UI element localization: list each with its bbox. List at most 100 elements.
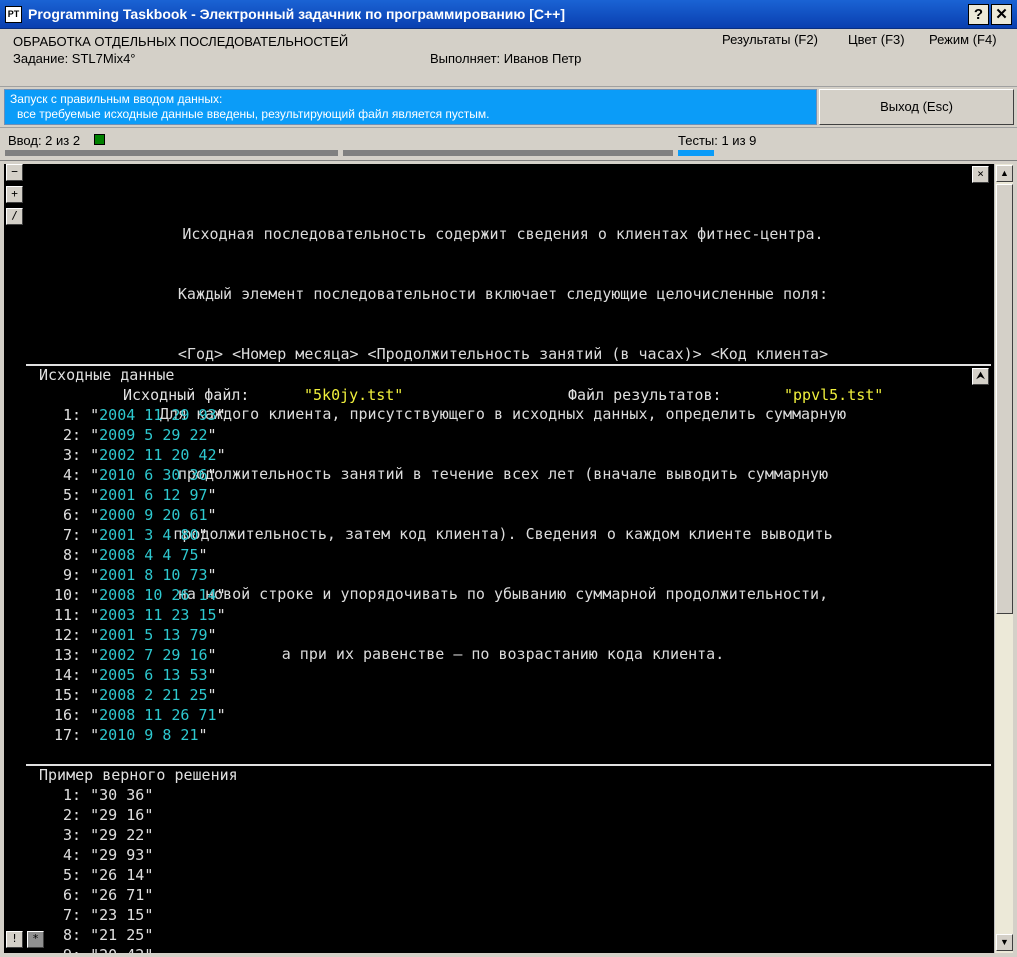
list-item-value: 29 22 — [99, 826, 145, 844]
list-item-value: 2001 8 10 73 — [99, 566, 208, 584]
scroll-thumb[interactable] — [996, 184, 1013, 614]
list-item: 15: "2008 2 21 25" — [54, 685, 217, 705]
increase-font-button[interactable]: + — [6, 186, 23, 203]
title-bar: PT Programming Taskbook - Электронный за… — [0, 0, 1017, 29]
list-item-index: 4: " — [54, 846, 100, 864]
list-item: 5: "26 14" — [54, 865, 153, 885]
list-item-value: 23 15 — [99, 906, 145, 924]
list-item-index: 17: " — [54, 726, 100, 744]
quote-mark: " — [144, 846, 154, 864]
task-name: Задание: STL7Mix4° — [13, 51, 136, 66]
quote-mark: " — [207, 486, 217, 504]
result-file-label: Файл результатов: — [568, 386, 722, 404]
quote-mark: " — [144, 886, 154, 904]
task-group-title: ОБРАБОТКА ОТДЕЛЬНЫХ ПОСЛЕДОВАТЕЛЬНОСТЕЙ — [13, 34, 349, 49]
progress-segment — [5, 150, 338, 156]
task-info-panel: ОБРАБОТКА ОТДЕЛЬНЫХ ПОСЛЕДОВАТЕЛЬНОСТЕЙ … — [0, 29, 1017, 87]
quote-mark: " — [144, 786, 154, 804]
menu-results[interactable]: Результаты (F2) — [722, 32, 818, 47]
list-item: 6: "26 71" — [54, 885, 153, 905]
quote-mark: " — [144, 866, 154, 884]
list-item: 7: "2001 3 4 80" — [54, 525, 208, 545]
list-item: 1: "2004 11 29 93" — [54, 405, 226, 425]
quote-mark: " — [144, 926, 154, 944]
scroll-down-icon[interactable]: ▼ — [996, 934, 1013, 951]
app-icon: PT — [5, 6, 22, 23]
tests-progress-bar — [678, 150, 714, 156]
quote-mark: " — [216, 446, 226, 464]
list-item: 9: "20 42" — [54, 945, 153, 953]
list-item-value: 2008 10 26 14 — [99, 586, 217, 604]
list-item: 13: "2002 7 29 16" — [54, 645, 217, 665]
list-item: 6: "2000 9 20 61" — [54, 505, 217, 525]
list-item: 4: "2010 6 30 36" — [54, 465, 217, 485]
star-button[interactable]: * — [27, 931, 44, 948]
list-item: 14: "2005 6 13 53" — [54, 665, 217, 685]
progress-segment — [343, 150, 673, 156]
error-button[interactable]: ! — [6, 931, 23, 948]
list-item-index: 2: " — [54, 806, 100, 824]
task-line: Каждый элемент последовательности включа… — [177, 285, 829, 303]
list-item-value: 2005 6 13 53 — [99, 666, 208, 684]
list-item-value: 2001 6 12 97 — [99, 486, 208, 504]
list-item-index: 4: " — [54, 466, 100, 484]
list-item: 3: "2002 11 20 42" — [54, 445, 226, 465]
quote-mark: " — [207, 426, 217, 444]
student-name: Выполняет: Иванов Петр — [430, 51, 582, 66]
menu-color[interactable]: Цвет (F3) — [848, 32, 905, 47]
list-item-index: 1: " — [54, 786, 100, 804]
window-title: Programming Taskbook - Электронный задач… — [28, 6, 566, 22]
exit-button[interactable]: Выход (Esc) — [819, 89, 1014, 125]
list-item-value: 2001 3 4 80 — [99, 526, 199, 544]
list-item: 7: "23 15" — [54, 905, 153, 925]
close-console-icon[interactable]: × — [972, 166, 989, 183]
list-item-index: 12: " — [54, 626, 100, 644]
toggle-layout-button[interactable]: / — [6, 208, 23, 225]
list-item-value: 30 36 — [99, 786, 145, 804]
decrease-font-button[interactable]: − — [6, 164, 23, 181]
list-item: 10: "2008 10 26 14" — [54, 585, 226, 605]
quote-mark: " — [216, 406, 226, 424]
menu-mode[interactable]: Режим (F4) — [929, 32, 997, 47]
progress-row: Ввод: 2 из 2 Тесты: 1 из 9 — [0, 127, 1017, 161]
list-item: 2: "29 16" — [54, 805, 153, 825]
list-item-index: 8: " — [54, 546, 100, 564]
list-item-value: 20 42 — [99, 946, 144, 953]
source-file-label: Исходный файл: — [123, 386, 250, 404]
list-item: 2: "2009 5 29 22" — [54, 425, 217, 445]
quote-mark: " — [207, 506, 217, 524]
scroll-up-icon[interactable]: ▲ — [996, 165, 1013, 182]
list-item-index: 5: " — [54, 866, 100, 884]
quote-mark: " — [207, 686, 217, 704]
quote-mark: " — [216, 606, 226, 624]
help-button[interactable]: ? — [968, 4, 989, 25]
list-item: 8: "21 25" — [54, 925, 153, 945]
list-item-value: 2002 7 29 16 — [99, 646, 208, 664]
input-section-title: Исходные данные — [39, 366, 175, 384]
list-item-index: 6: " — [54, 886, 100, 904]
list-item-value: 2001 5 13 79 — [99, 626, 208, 644]
restore-icon[interactable]: ⮝ — [972, 368, 989, 385]
list-item-index: 16: " — [54, 706, 100, 724]
close-window-button[interactable]: ✕ — [991, 4, 1012, 25]
list-item-index: 13: " — [54, 646, 100, 664]
list-item-index: 1: " — [54, 406, 100, 424]
list-item-index: 8: " — [54, 926, 100, 944]
quote-mark: " — [207, 626, 217, 644]
list-item: 9: "2001 8 10 73" — [54, 565, 217, 585]
status-line-2: все требуемые исходные данные введены, р… — [17, 107, 490, 121]
list-item-value: 2008 11 26 71 — [99, 706, 217, 724]
quote-mark: " — [207, 646, 217, 664]
quote-mark: " — [144, 946, 153, 953]
quote-mark: " — [144, 906, 154, 924]
list-item-value: 2008 4 4 75 — [99, 546, 199, 564]
list-item-index: 7: " — [54, 906, 100, 924]
vertical-scrollbar[interactable]: ▲ ▼ — [994, 164, 1013, 953]
quote-mark: " — [207, 566, 217, 584]
list-item-value: 21 25 — [99, 926, 145, 944]
input-complete-indicator — [94, 134, 105, 145]
status-message: Запуск с правильным вводом данных: все т… — [4, 89, 817, 125]
list-item-index: 2: " — [54, 426, 100, 444]
quote-mark: " — [198, 726, 208, 744]
list-item-index: 7: " — [54, 526, 100, 544]
